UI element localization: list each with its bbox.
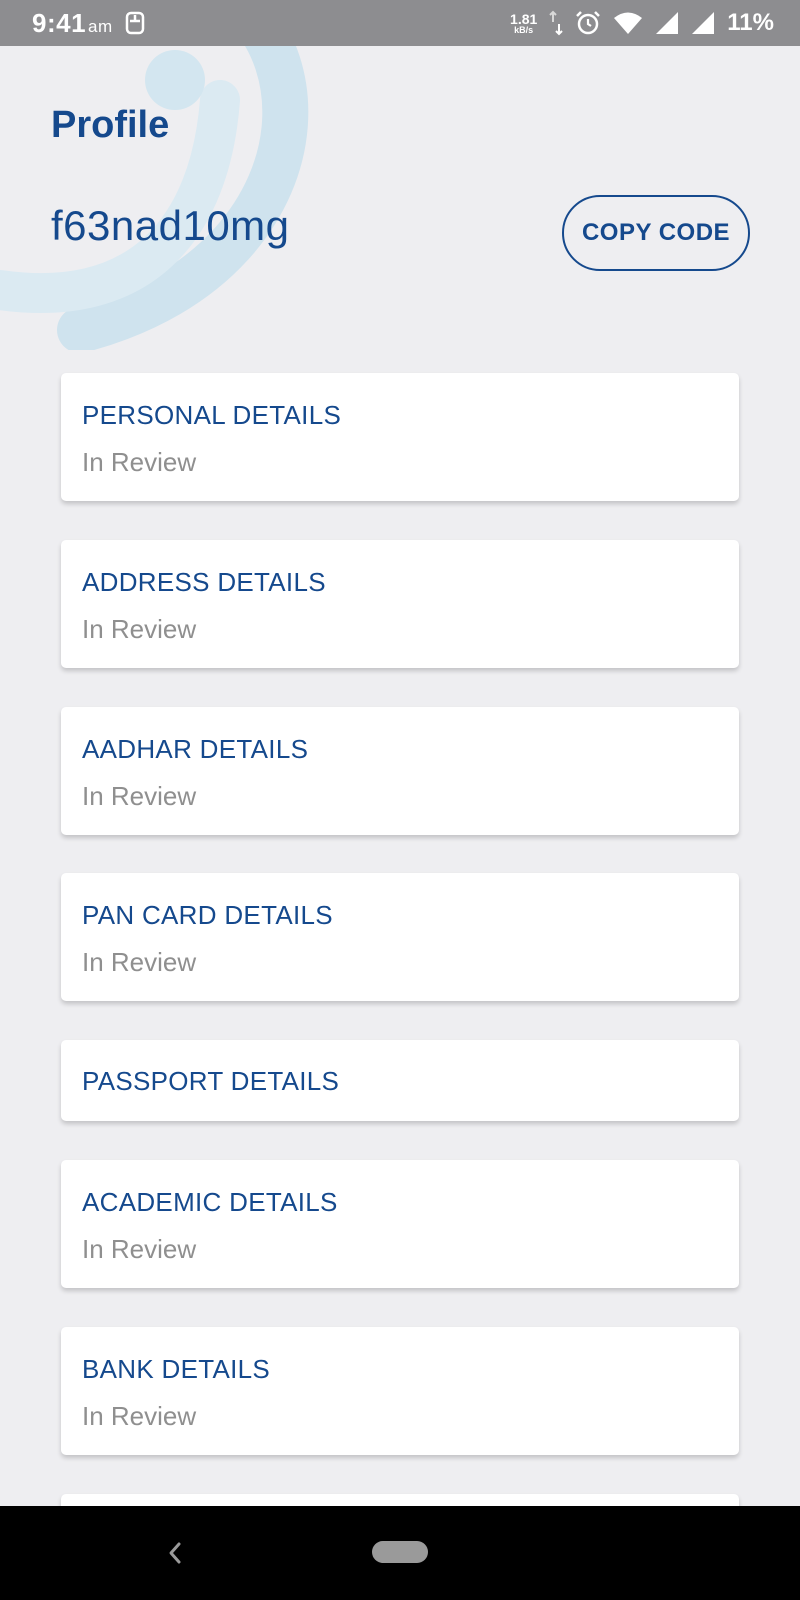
watermark-logo-icon [0,0,309,350]
data-transfer-icon [549,10,563,36]
card-title: PAN CARD DETAILS [82,900,333,930]
card-title: PASSPORT DETAILS [82,1066,340,1096]
card-academic-details[interactable]: ACADEMIC DETAILS In Review [61,1160,739,1288]
card-title: ADDRESS DETAILS [82,567,326,597]
referral-code: f63nad10mg [51,202,290,249]
card-status: In Review [82,1234,197,1264]
profile-screen: 9:41 am 1.81 kB/s 11% Profile f63nad10mg… [0,0,800,1600]
card-aadhar-details[interactable]: AADHAR DETAILS In Review [61,707,739,835]
card-status: In Review [82,1401,197,1431]
page-title: Profile [51,104,170,146]
signal-icon-secondary [692,12,715,34]
copy-code-button[interactable]: COPY CODE [562,195,750,271]
card-pan-card-details[interactable]: PAN CARD DETAILS In Review [61,873,739,1001]
card-title: BANK DETAILS [82,1354,271,1384]
back-icon[interactable] [163,1536,187,1570]
clock-ampm: am [88,16,113,36]
card-status: In Review [82,447,197,477]
navigation-bar [0,1506,800,1600]
card-status: In Review [82,614,197,644]
card-title: ACADEMIC DETAILS [82,1187,338,1217]
status-bar: 9:41 am 1.81 kB/s 11% [0,0,800,46]
status-left: 9:41 am [32,8,145,39]
card-status: In Review [82,947,197,977]
alarm-icon [576,11,601,35]
sim-card-icon [125,11,144,35]
network-speed: 1.81 kB/s [510,12,537,35]
network-speed-unit: kB/s [514,24,534,35]
status-time: 9:41 am [32,8,113,39]
card-personal-details[interactable]: PERSONAL DETAILS In Review [61,373,739,501]
card-status: In Review [82,781,197,811]
card-bank-details[interactable]: BANK DETAILS In Review [61,1327,739,1455]
wifi-icon [614,12,643,34]
status-right: 1.81 kB/s 11% [510,9,774,37]
home-pill-icon[interactable] [372,1541,428,1563]
clock-time: 9:41 [32,7,87,38]
signal-icon [656,12,679,34]
battery-percentage: 11% [727,9,774,36]
card-title: PERSONAL DETAILS [82,400,342,430]
network-speed-value: 1.81 [510,10,538,27]
card-title: AADHAR DETAILS [82,734,309,764]
card-address-details[interactable]: ADDRESS DETAILS In Review [61,540,739,668]
card-passport-details[interactable]: PASSPORT DETAILS [61,1040,739,1121]
